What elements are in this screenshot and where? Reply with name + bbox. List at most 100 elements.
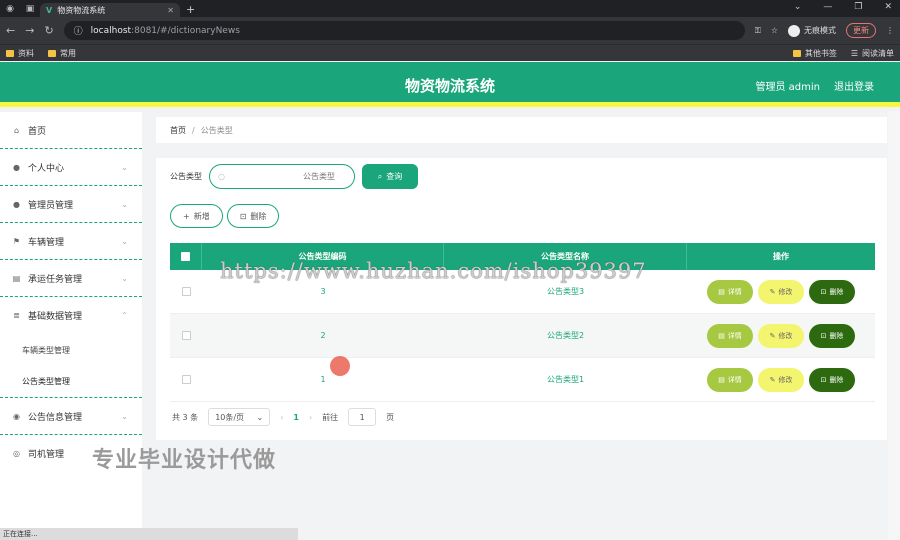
sidebar-item-profile[interactable]: ● 个人中心 ⌄ xyxy=(0,149,142,186)
flag-icon: ⚑ xyxy=(12,236,21,246)
sidebar-item-home[interactable]: ⌂ 首页 xyxy=(0,112,142,149)
logout-link[interactable]: 退出登录 xyxy=(834,78,874,93)
bookmark-folder-0[interactable]: 资料 xyxy=(6,48,34,59)
trash-icon: ⊡ xyxy=(820,331,827,340)
other-bookmarks[interactable]: 其他书签 xyxy=(792,48,837,59)
page-number-current[interactable]: 1 xyxy=(293,413,299,422)
batch-delete-button[interactable]: ⊡ 删除 xyxy=(226,204,280,228)
goto-page-input[interactable]: 1 xyxy=(348,408,377,426)
delete-label: 删除 xyxy=(829,375,844,384)
stack-icon: ≣ xyxy=(13,311,20,320)
row-checkbox[interactable] xyxy=(181,375,191,384)
search-input[interactable] xyxy=(224,172,335,181)
sidebar-item-label: 车辆管理 xyxy=(28,237,65,248)
bookmarks-bar: 资料 常用 其他书签 ☰ 阅读清单 xyxy=(0,44,900,61)
pinned-tab-icon[interactable]: ▣ xyxy=(20,0,40,17)
browser-tab-active[interactable]: V 物资物流系统 ✕ xyxy=(40,3,180,17)
search-input-wrapper[interactable]: ○ xyxy=(209,164,355,189)
detail-button[interactable]: ▤ 详情 xyxy=(707,367,753,392)
key-icon[interactable]: ⚿ xyxy=(755,26,761,36)
delete-button[interactable]: ⊡ 删除 xyxy=(809,323,855,348)
delete-button[interactable]: ⊡ 删除 xyxy=(809,279,855,304)
sidebar-subitem-notice-type[interactable]: 公告类型管理 xyxy=(0,366,142,398)
current-user: 管理员 admin xyxy=(755,82,820,93)
minimize-icon[interactable]: — xyxy=(823,2,832,12)
sidebar-item-label: 司机管理 xyxy=(28,450,65,460)
search-icon: ○ xyxy=(218,172,225,181)
edit-label: 修改 xyxy=(778,331,793,340)
location-icon: ◉ xyxy=(13,411,20,421)
url-path: :8081/#/dictionaryNews xyxy=(131,25,240,36)
star-icon[interactable]: ☆ xyxy=(771,26,778,35)
reading-list[interactable]: ☰ 阅读清单 xyxy=(851,48,894,59)
info-icon[interactable]: ⓘ xyxy=(74,24,83,37)
row-checkbox[interactable] xyxy=(181,331,191,340)
add-button-label: 新增 xyxy=(193,211,210,221)
main-panel: 公告类型 ○ ⌕ 查询 + 新增 ⊡ 删除 公告类型编码 公告类型名称 操作 3 xyxy=(156,158,887,440)
vue-logo-icon: V xyxy=(46,5,53,15)
close-window-icon[interactable]: ✕ xyxy=(884,2,892,12)
select-all-checkbox[interactable] xyxy=(181,252,190,261)
search-row: 公告类型 ○ ⌕ 查询 xyxy=(170,164,418,189)
incognito-indicator[interactable]: 无痕模式 xyxy=(788,24,836,37)
sidebar-item-vehicle[interactable]: ⚑ 车辆管理 ⌄ xyxy=(0,223,142,260)
breadcrumb-separator: / xyxy=(192,125,195,135)
trash-icon: ⊡ xyxy=(820,287,827,296)
pagination-total: 共 3 条 xyxy=(172,412,199,422)
update-button[interactable]: 更新 xyxy=(846,23,876,38)
bookmark-folder-1[interactable]: 常用 xyxy=(48,48,76,59)
next-page-icon[interactable]: › xyxy=(309,413,312,422)
cell-name: 公告类型3 xyxy=(546,287,585,296)
row-checkbox[interactable] xyxy=(181,287,191,296)
bookmark-label: 阅读清单 xyxy=(862,48,894,58)
url-host: localhost xyxy=(90,25,132,36)
promo-text: 专业毕业设计代做 xyxy=(92,448,277,473)
browser-menu-icon[interactable]: ◉ xyxy=(0,0,20,17)
edit-button[interactable]: ✎ 修改 xyxy=(758,367,804,392)
sidebar-item-label: 公告信息管理 xyxy=(28,412,83,423)
more-menu-icon[interactable]: ⋮ xyxy=(886,26,894,35)
close-tab-icon[interactable]: ✕ xyxy=(167,6,174,15)
detail-button[interactable]: ▤ 详情 xyxy=(707,323,753,348)
sidebar-item-admin[interactable]: ● 管理员管理 ⌄ xyxy=(0,186,142,223)
sidebar-item-base-data[interactable]: ≣ 基础数据管理 ⌃ xyxy=(0,297,142,334)
back-icon[interactable]: ← xyxy=(6,24,15,37)
page-scrollbar[interactable] xyxy=(888,111,900,540)
sidebar-item-notice[interactable]: ◉ 公告信息管理 ⌄ xyxy=(0,398,142,435)
bookmark-label: 常用 xyxy=(60,48,76,58)
admin-icon: ● xyxy=(13,199,20,209)
edit-icon: ✎ xyxy=(769,375,776,384)
table-header: 公告类型编码 公告类型名称 操作 xyxy=(170,243,875,270)
header-name: 公告类型名称 xyxy=(444,243,687,270)
restore-icon[interactable]: ❐ xyxy=(854,2,862,12)
breadcrumb-current: 公告类型 xyxy=(200,125,233,135)
query-button-label: 查询 xyxy=(386,172,403,181)
cell-code: 1 xyxy=(320,375,326,384)
new-tab-icon[interactable]: + xyxy=(186,3,195,17)
prev-page-icon[interactable]: ‹ xyxy=(280,413,283,422)
detail-icon: ▤ xyxy=(718,331,725,340)
cell-name: 公告类型1 xyxy=(546,375,585,384)
edit-button[interactable]: ✎ 修改 xyxy=(758,279,804,304)
edit-label: 修改 xyxy=(778,375,793,384)
sidebar-item-transport-task[interactable]: ▤ 承运任务管理 ⌄ xyxy=(0,260,142,297)
detail-button[interactable]: ▤ 详情 xyxy=(707,279,753,304)
browser-toolbar: ← → ↻ ⓘ localhost:8081/#/dictionaryNews … xyxy=(0,17,900,44)
query-button[interactable]: ⌕ 查询 xyxy=(362,164,418,189)
sidebar-subitem-vehicle-type[interactable]: 车辆类型管理 xyxy=(0,334,142,366)
reload-icon[interactable]: ↻ xyxy=(44,24,53,37)
page-size-select[interactable]: 10条/页 ⌄ xyxy=(208,408,271,426)
tab-title: 物资物流系统 xyxy=(57,5,106,15)
delete-button[interactable]: ⊡ 删除 xyxy=(809,367,855,392)
search-label: 公告类型 xyxy=(170,172,202,181)
tab-search-icon[interactable]: ⌄ xyxy=(794,2,802,12)
app-header: 物资物流系统 管理员 admin 退出登录 xyxy=(0,62,900,107)
data-table: 公告类型编码 公告类型名称 操作 3 公告类型3 ▤ 详情 ✎ 修改 ⊡ 删除 2 公… xyxy=(170,243,875,402)
folder-icon xyxy=(48,49,56,57)
edit-button[interactable]: ✎ 修改 xyxy=(758,323,804,348)
trash-icon: ⊡ xyxy=(239,211,247,221)
address-bar[interactable]: ⓘ localhost:8081/#/dictionaryNews xyxy=(63,21,745,40)
add-button[interactable]: + 新增 xyxy=(170,204,223,228)
breadcrumb-home[interactable]: 首页 xyxy=(170,125,186,136)
forward-icon[interactable]: → xyxy=(25,24,34,37)
